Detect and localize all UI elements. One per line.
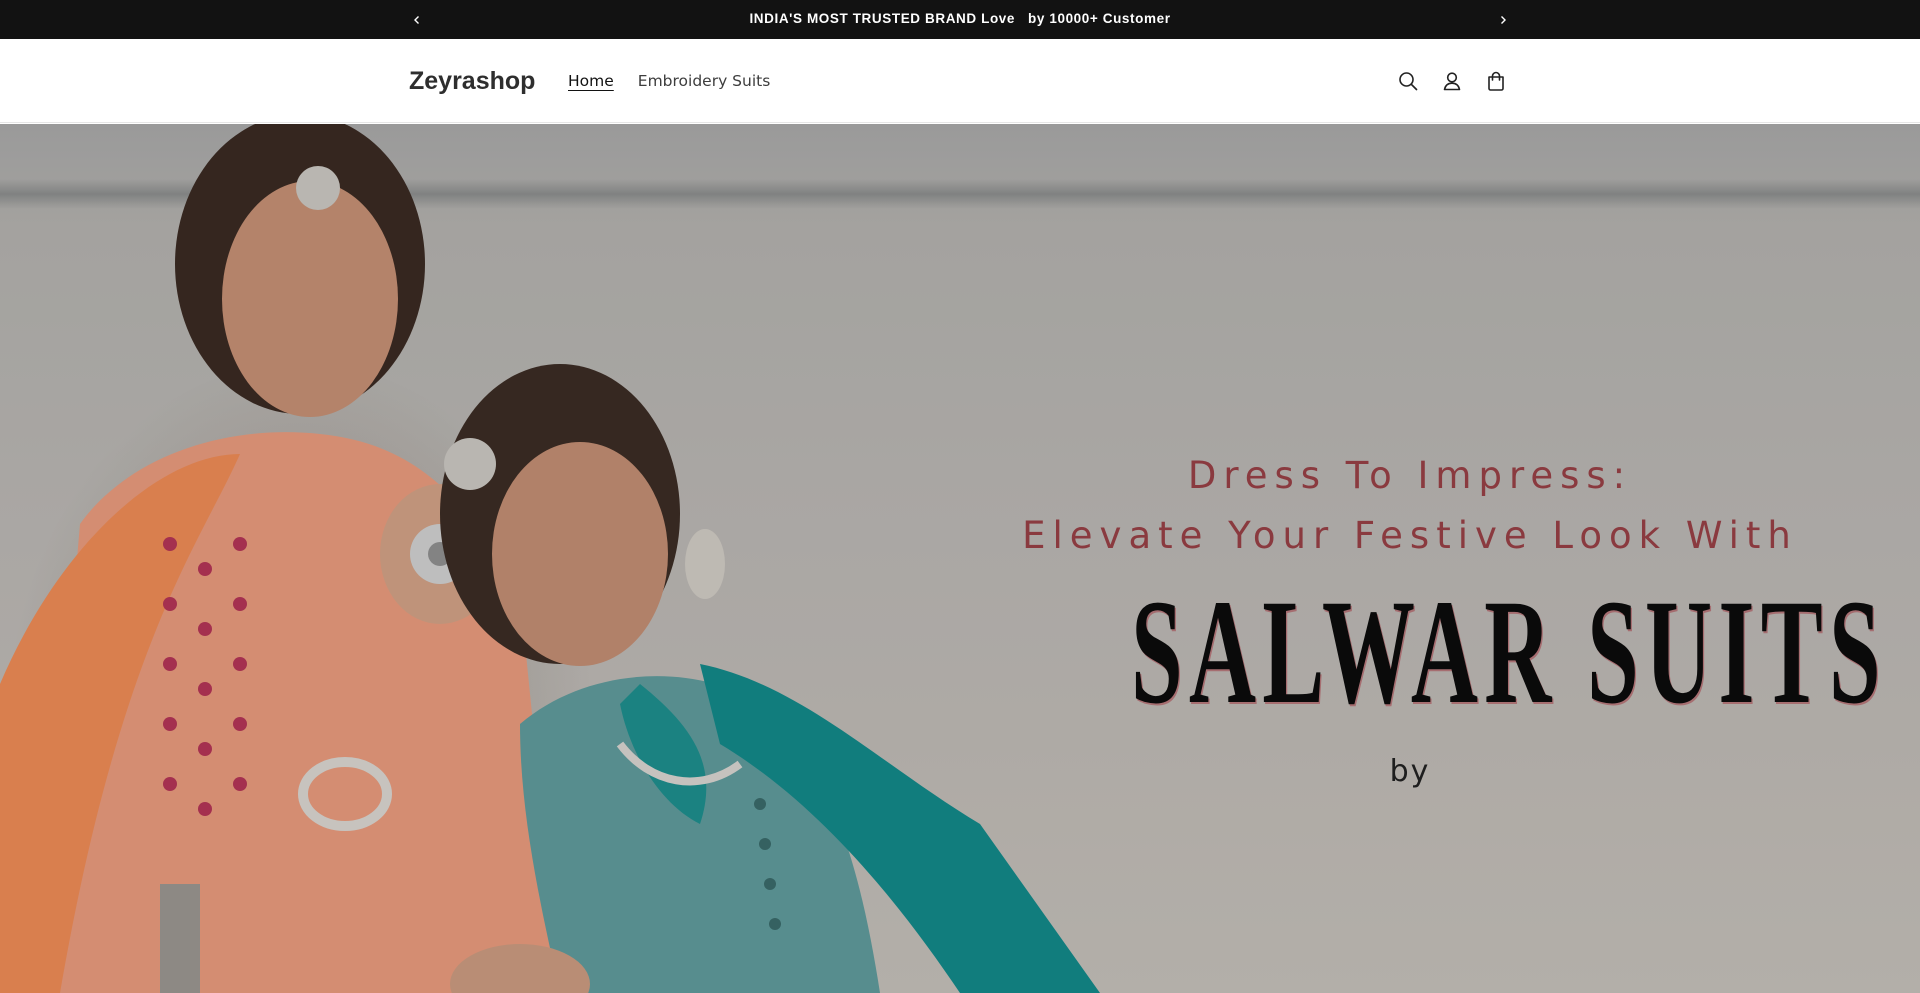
chevron-right-icon <box>1501 15 1506 24</box>
search-button[interactable] <box>1386 59 1430 103</box>
account-icon <box>1443 72 1461 91</box>
site-logo[interactable]: Zeyrashop <box>409 39 535 123</box>
nav-item-embroidery-suits[interactable]: Embroidery Suits <box>626 72 783 90</box>
account-button[interactable] <box>1430 59 1474 103</box>
main-nav: Home Embroidery Suits <box>556 39 782 123</box>
header-icons <box>1386 39 1518 123</box>
cart-button[interactable] <box>1474 59 1518 103</box>
nav-item-home[interactable]: Home <box>556 72 626 90</box>
hero-tagline-line2: Elevate Your Festive Look With <box>1022 514 1798 557</box>
hero-banner[interactable]: Dress To Impress: Elevate Your Festive L… <box>0 124 1920 993</box>
chevron-left-icon <box>414 15 419 24</box>
hero-tagline-line1: Dress To Impress: <box>1187 454 1633 497</box>
announcement-next-button[interactable] <box>1488 0 1518 39</box>
hero-title: SALWAR SUITS <box>1131 569 1887 735</box>
announcement-message: INDIA'S MOST TRUSTED BRAND Love by 10000… <box>749 11 1171 26</box>
announcement-prev-button[interactable] <box>402 0 432 39</box>
cart-icon <box>1488 71 1504 91</box>
search-icon <box>1399 72 1418 91</box>
announcement-bar: INDIA'S MOST TRUSTED BRAND Love by 10000… <box>0 0 1920 39</box>
site-header: Zeyrashop Home Embroidery Suits <box>0 39 1920 123</box>
hero-by-text: by <box>1389 754 1431 789</box>
